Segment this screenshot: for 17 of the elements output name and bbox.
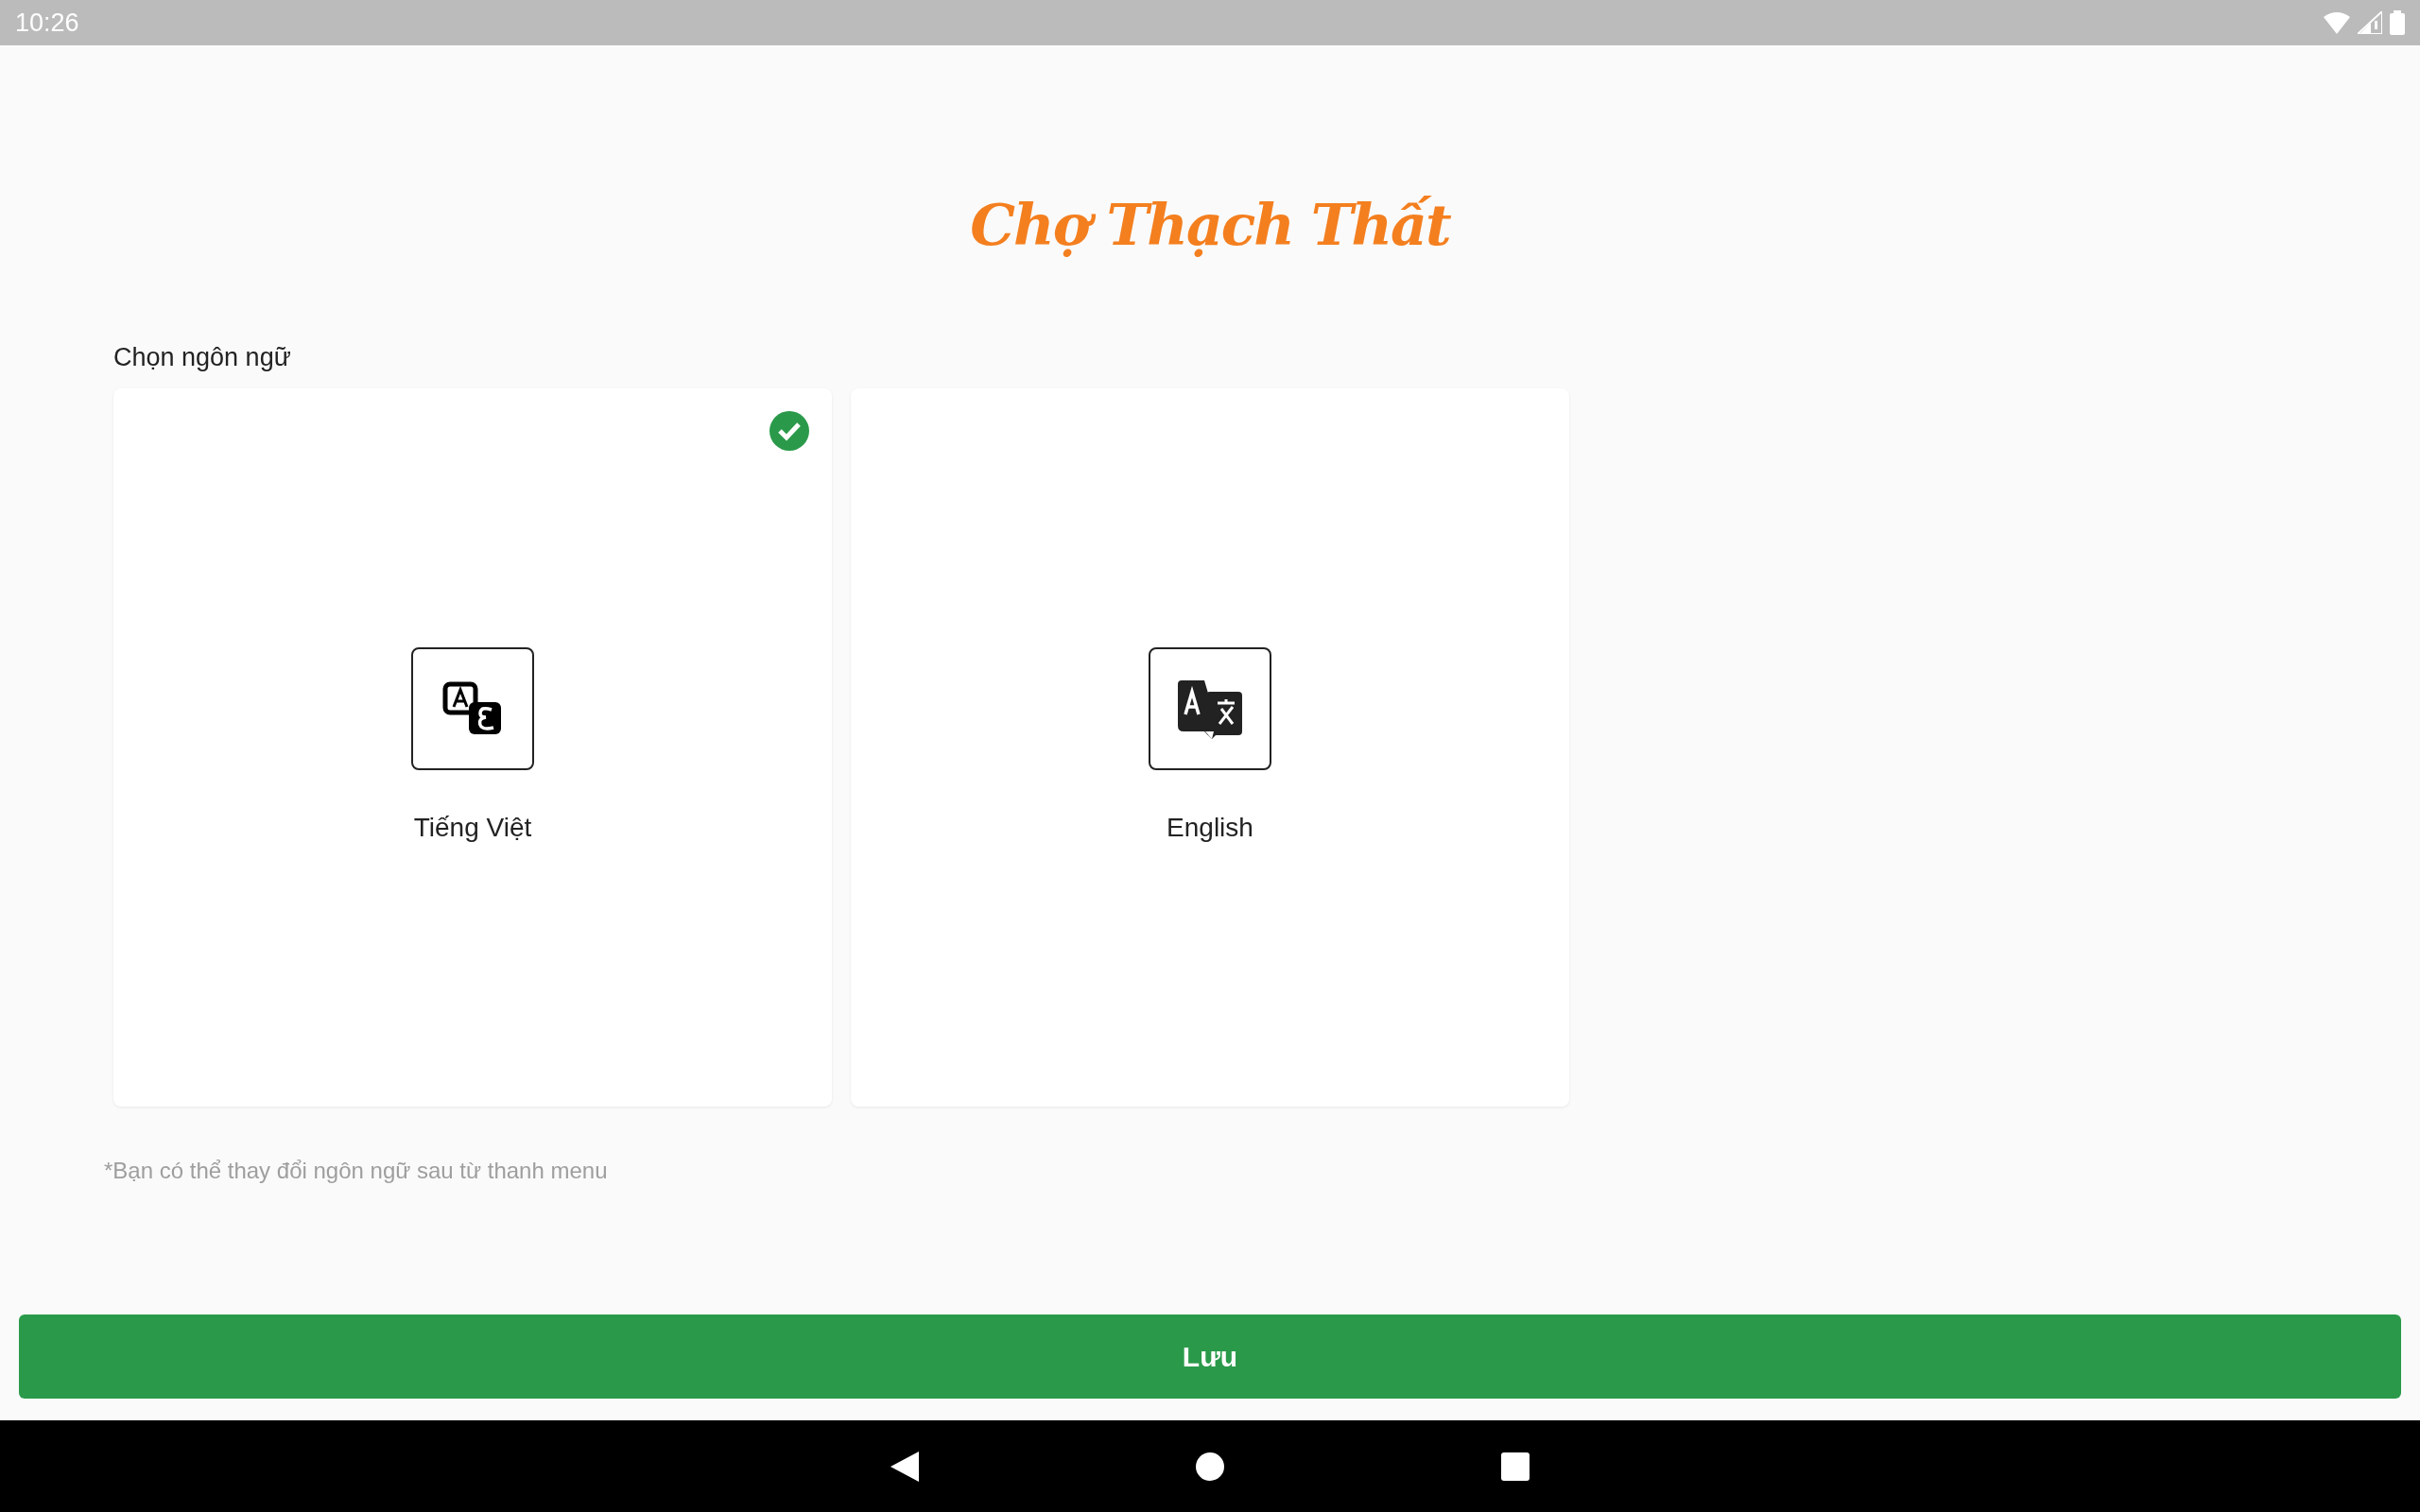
wifi-icon [2324,11,2350,34]
cell-signal-icon [2358,11,2382,34]
section-label: Chọn ngôn ngữ [113,342,292,373]
app-logo: Chợ Thạch Thất [970,192,1450,258]
clock-time: 10:26 [15,7,79,39]
back-icon[interactable] [890,1451,919,1482]
home-icon[interactable] [1196,1452,1224,1481]
recents-icon[interactable] [1501,1452,1530,1481]
language-label: English [1167,811,1253,844]
translate-icon [1176,678,1244,739]
battery-icon [2390,10,2405,35]
save-button[interactable]: Lưu [19,1314,2401,1399]
language-card[interactable]: Tiếng Việt [113,387,832,1107]
language-card[interactable]: English [851,387,1569,1107]
letter-blocks-icon [442,680,503,736]
hint-text: *Bạn có thể thay đổi ngôn ngữ sau từ thanh menu [104,1156,609,1185]
language-label: Tiếng Việt [413,811,532,844]
